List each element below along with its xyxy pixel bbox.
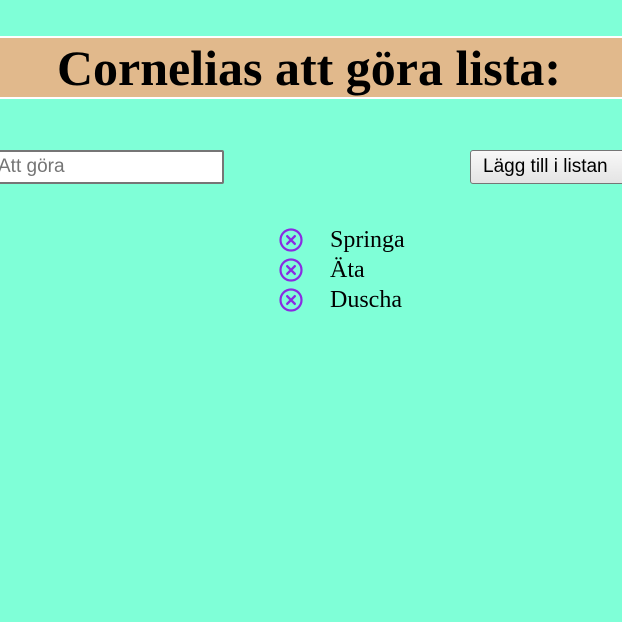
- todo-input[interactable]: [0, 150, 224, 184]
- remove-item-button[interactable]: [278, 287, 304, 313]
- close-circle-icon: [279, 258, 303, 282]
- todo-item-text: Äta: [330, 257, 365, 283]
- add-to-list-button[interactable]: Lägg till i listan: [470, 150, 622, 184]
- todo-list: Springa Äta Duscha: [278, 225, 405, 315]
- remove-item-button[interactable]: [278, 257, 304, 283]
- list-item: Äta: [278, 255, 405, 285]
- remove-item-button[interactable]: [278, 227, 304, 253]
- todo-item-text: Duscha: [330, 287, 402, 313]
- page-title: Cornelias att göra lista:: [56, 39, 562, 96]
- close-circle-icon: [279, 228, 303, 252]
- close-circle-icon: [279, 288, 303, 312]
- header-banner: Cornelias att göra lista:: [0, 36, 622, 99]
- todo-item-text: Springa: [330, 227, 405, 253]
- list-item: Springa: [278, 225, 405, 255]
- page: { "header": { "title": "Cornelias att gö…: [0, 0, 622, 622]
- list-item: Duscha: [278, 285, 405, 315]
